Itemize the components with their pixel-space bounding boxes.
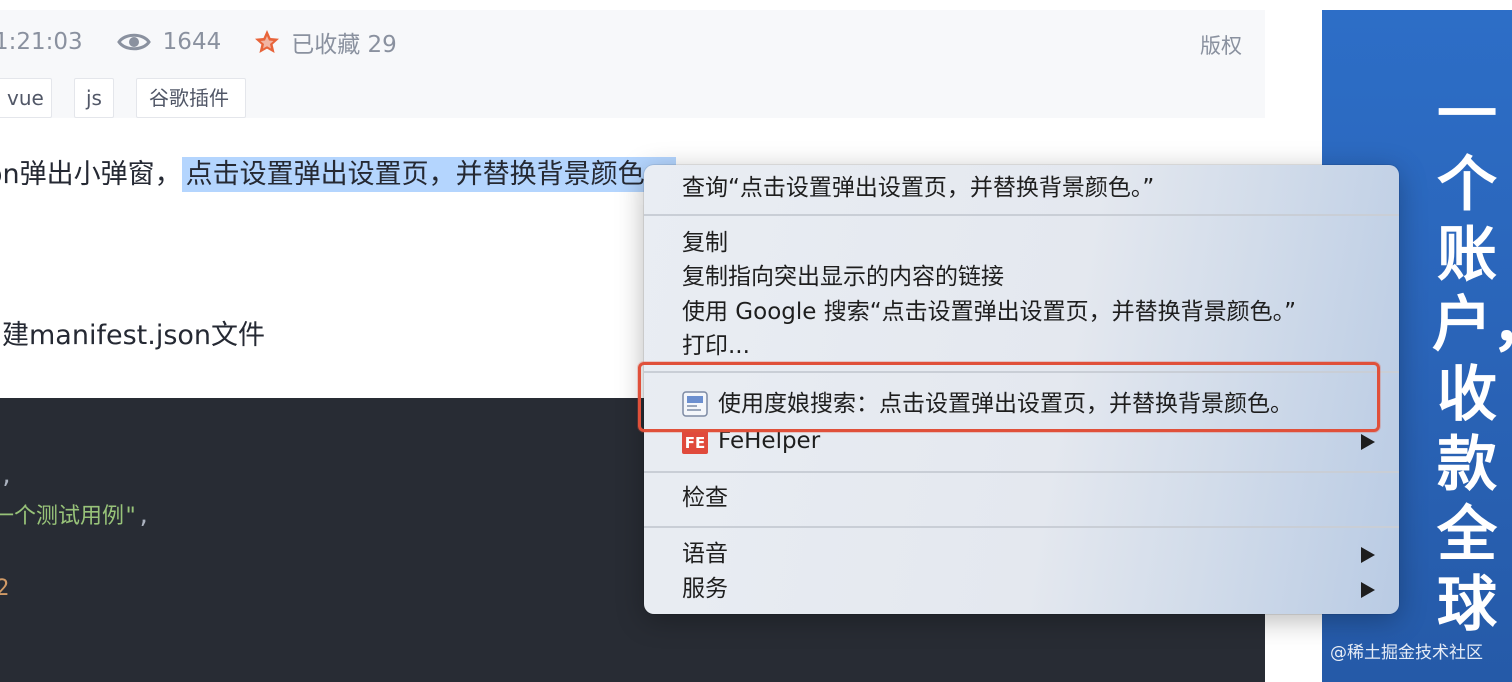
submenu-arrow-icon: [1361, 582, 1375, 598]
menu-item-print[interactable]: 打印...: [682, 329, 750, 363]
tag-list: vue js 谷歌插件: [0, 78, 246, 118]
annotation-highlight-box: [638, 362, 1380, 432]
ad-banner-text: 一个账户，收款全球: [1432, 80, 1512, 640]
fehelper-icon: FE: [682, 430, 708, 454]
menu-item-copy[interactable]: 复制: [682, 226, 728, 260]
copyright-link[interactable]: 版权: [1200, 30, 1242, 60]
article-paragraph-manifest: 建manifest.json文件: [2, 320, 266, 351]
eye-icon: [116, 33, 151, 51]
menu-item-services[interactable]: 服务: [682, 572, 728, 606]
view-count: 1644: [162, 29, 222, 55]
meta-row: 1:21:03 1644 已收藏 29: [0, 24, 397, 60]
submenu-arrow-icon: [1361, 547, 1375, 563]
menu-item-inspect[interactable]: 检查: [682, 481, 728, 515]
menu-item-google-search[interactable]: 使用 Google 搜索“点击设置弹出设置页，并替换背景颜色。”: [682, 295, 1296, 329]
tag-js[interactable]: js: [74, 78, 114, 118]
code-line: ,: [0, 464, 14, 489]
menu-separator: [644, 471, 1399, 473]
publish-time: 1:21:03: [0, 29, 83, 55]
star-icon[interactable]: [253, 28, 281, 56]
submenu-arrow-icon: [1361, 434, 1375, 450]
menu-separator: [644, 214, 1399, 216]
code-line-number: 2: [0, 576, 10, 601]
code-punct: ,: [137, 504, 151, 529]
selected-text[interactable]: 点击设置弹出设置页，并替换背景颜色。: [181, 157, 676, 192]
code-string: 一个测试用例": [0, 504, 138, 529]
menu-item-copy-link[interactable]: 复制指向突出显示的内容的链接: [682, 260, 1004, 294]
watermark: @稀土掘金技术社区: [1330, 643, 1483, 663]
article-meta-area: 1:21:03 1644 已收藏 29 版权 vue js 谷歌插件: [0, 10, 1265, 118]
article-paragraph: on弹出小弹窗， 点击设置弹出设置页，并替换背景颜色。: [0, 152, 676, 192]
code-line-string: 一个测试用例",: [0, 498, 151, 530]
favorite-count[interactable]: 已收藏 29: [291, 25, 397, 59]
menu-item-lookup[interactable]: 查询“点击设置弹出设置页，并替换背景颜色。”: [682, 171, 1154, 205]
menu-separator: [644, 526, 1399, 528]
svg-text:FE: FE: [685, 434, 706, 452]
tag-vue[interactable]: vue: [0, 78, 52, 118]
tag-chrome-plugin[interactable]: 谷歌插件: [136, 78, 246, 118]
paragraph-text: on弹出小弹窗，: [0, 159, 182, 190]
menu-item-language[interactable]: 语音: [682, 537, 728, 571]
